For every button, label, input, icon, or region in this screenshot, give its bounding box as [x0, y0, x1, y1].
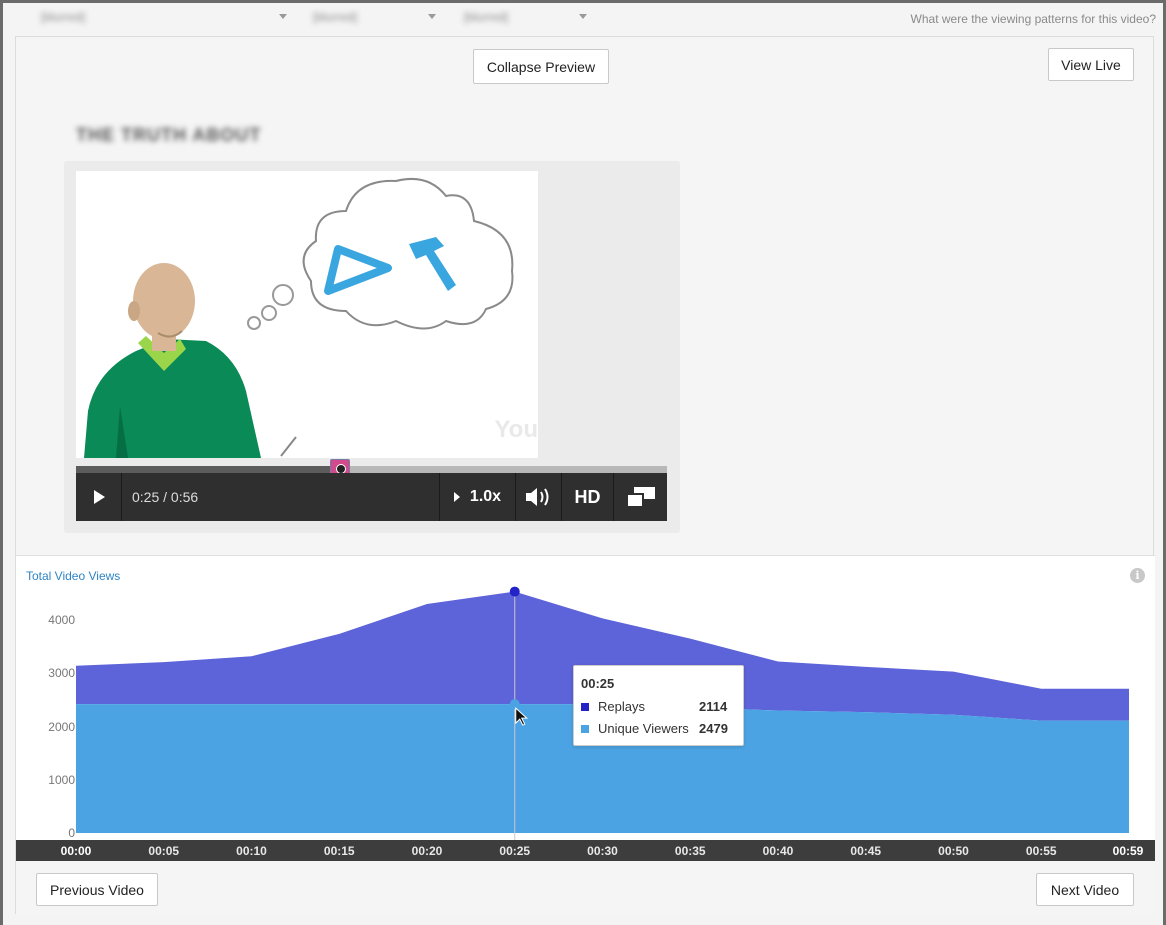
video-navigation: Previous Video Next Video: [16, 861, 1155, 915]
tooltip-label: Replays: [598, 699, 645, 714]
fullscreen-icon: [625, 487, 655, 508]
speed-button[interactable]: 1.0x: [440, 473, 516, 521]
x-tick-label: 00:59: [1112, 844, 1144, 858]
x-tick-label: 00:05: [148, 844, 180, 858]
top-bar: [blurred] [blurred] [blurred] What were …: [3, 3, 1163, 35]
x-tick-label: 00:00: [60, 844, 92, 858]
x-tick-label: 00:20: [411, 844, 443, 858]
x-tick-label: 00:35: [674, 844, 706, 858]
collapse-preview-button[interactable]: Collapse Preview: [473, 49, 609, 84]
tooltip-row-replays: Replays 2114: [581, 699, 741, 714]
breadcrumb-course[interactable]: [blurred]: [41, 10, 273, 24]
breadcrumb-section[interactable]: [blurred]: [313, 10, 423, 24]
views-chart: Total Video Views i 0 1000 2000 3000 4000 00…: [16, 555, 1155, 915]
tooltip-label: Unique Viewers: [598, 721, 689, 736]
x-tick-label: 00:40: [762, 844, 794, 858]
x-tick-label: 00:50: [938, 844, 969, 858]
next-video-button[interactable]: Next Video: [1036, 873, 1134, 906]
volume-button[interactable]: [516, 473, 562, 521]
chart-tooltip: 00:25 Replays 2114 Unique Viewers 2479: [573, 665, 744, 746]
x-tick-label: 00:15: [323, 844, 355, 858]
progress-fill: [76, 466, 340, 473]
youtube-watermark: You: [494, 416, 538, 443]
chevron-down-icon[interactable]: [279, 14, 287, 19]
breadcrumb-video[interactable]: [blurred]: [464, 10, 574, 24]
x-tick-label: 00:10: [236, 844, 267, 858]
progress-bar[interactable]: [76, 459, 667, 477]
video-player: You 0:25 / 0:56 1.0x HD: [64, 161, 680, 533]
video-panel: Collapse Preview View Live THE TRUTH ABO…: [15, 36, 1155, 915]
chevron-down-icon[interactable]: [428, 14, 436, 19]
hd-button[interactable]: HD: [562, 473, 614, 521]
fullscreen-button[interactable]: [614, 473, 667, 521]
speed-label: 1.0x: [469, 488, 502, 505]
view-live-button[interactable]: View Live: [1048, 48, 1134, 81]
tooltip-time: 00:25: [581, 676, 615, 691]
x-tick-label: 00:45: [850, 844, 882, 858]
caret-right-icon: [453, 492, 460, 502]
x-tick-label: 00:55: [1025, 844, 1057, 858]
play-button[interactable]: [76, 473, 122, 521]
previous-video-button[interactable]: Previous Video: [36, 873, 158, 906]
x-axis: 00:00 00:05 00:10 00:15 00:20 00:25 00:30 00:35…: [16, 840, 1155, 861]
video-illustration: [84, 177, 514, 458]
hover-point-replays[interactable]: [509, 586, 520, 597]
video-title: THE TRUTH ABOUT: [76, 125, 262, 145]
page-question: What were the viewing patterns for this …: [910, 12, 1156, 26]
x-tick-label: 00:25: [499, 844, 531, 858]
player-controls: 0:25 / 0:56 1.0x HD: [76, 473, 667, 521]
x-tick-label: 00:30: [587, 844, 618, 858]
video-viewport[interactable]: You: [76, 171, 538, 458]
legend-swatch: [581, 724, 589, 733]
tooltip-row-unique-viewers: Unique Viewers 2479: [581, 721, 741, 736]
tooltip-value: 2479: [699, 721, 728, 736]
tooltip-value: 2114: [699, 699, 728, 714]
chevron-down-icon[interactable]: [579, 14, 587, 19]
play-icon: [93, 490, 105, 504]
hover-point-unique-viewers[interactable]: [509, 699, 520, 710]
volume-icon: [525, 488, 548, 506]
time-display: 0:25 / 0:56: [122, 473, 440, 521]
app-frame: [blurred] [blurred] [blurred] What were …: [3, 3, 1163, 925]
legend-swatch: [581, 702, 589, 711]
